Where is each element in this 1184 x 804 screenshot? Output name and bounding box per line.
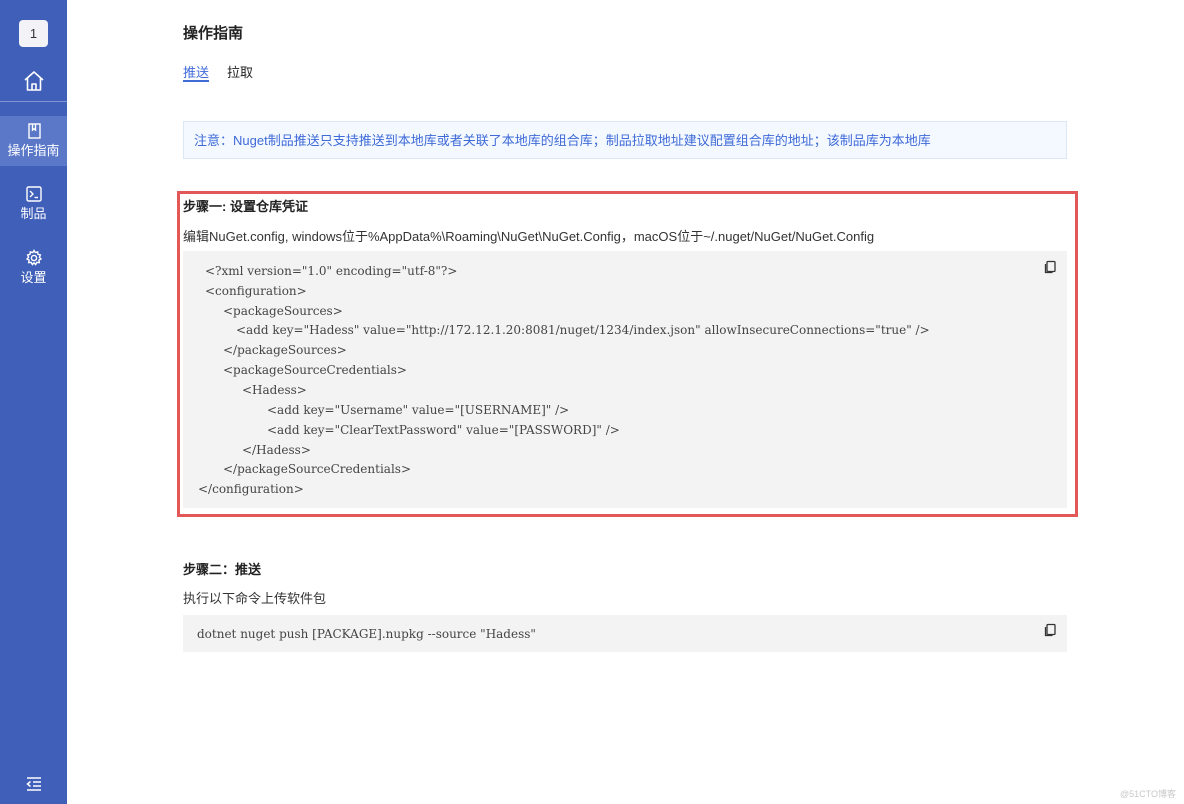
gear-icon <box>25 249 43 267</box>
tab-pull[interactable]: 拉取 <box>227 62 253 81</box>
code-line: <packageSourceCredentials> <box>223 363 407 377</box>
watermark: @51CTO博客 <box>1120 789 1176 799</box>
code-line: <configuration> <box>205 284 307 298</box>
step1-description: 编辑NuGet.config, windows位于%AppData%\Roami… <box>183 229 875 244</box>
step2-description: 执行以下命令上传软件包 <box>183 591 327 606</box>
sidebar: 1 操作指南 制品 设置 <box>0 0 67 804</box>
code-line: <add key="ClearTextPassword" value="[PAS… <box>267 423 620 437</box>
sidebar-item-label: 设置 <box>20 270 47 285</box>
home-icon[interactable] <box>22 69 46 93</box>
copy-icon[interactable] <box>1043 260 1057 274</box>
code-line: <?xml version="1.0" encoding="utf-8"?> <box>205 264 458 278</box>
terminal-icon <box>25 185 43 203</box>
code-line: </packageSourceCredentials> <box>223 462 411 476</box>
workspace-badge[interactable]: 1 <box>19 20 48 47</box>
code-line: <packageSources> <box>223 304 343 318</box>
tab-push[interactable]: 推送 <box>183 62 209 81</box>
sidebar-item-label: 制品 <box>20 206 47 221</box>
step1-code-block: <?xml version="1.0" encoding="utf-8"?> <… <box>183 251 1067 508</box>
code-line: dotnet nuget push [PACKAGE].nupkg --sour… <box>197 627 536 641</box>
sidebar-divider <box>0 101 67 102</box>
tab-active-indicator <box>183 80 209 82</box>
step2-title: 步骤二：推送 <box>183 562 262 577</box>
code-line: <add key="Username" value="[USERNAME]" /… <box>267 403 570 417</box>
sidebar-item-label: 操作指南 <box>7 143 60 158</box>
step1-title: 步骤一: 设置仓库凭证 <box>183 199 308 214</box>
code-line: <add key="Hadess" value="http://172.12.1… <box>236 323 930 337</box>
page-title: 操作指南 <box>183 25 244 42</box>
menu-collapse-icon[interactable] <box>25 775 43 793</box>
code-line: </Hadess> <box>242 443 311 457</box>
sidebar-item-artifacts[interactable]: 制品 <box>0 185 67 222</box>
step2-code-block: dotnet nuget push [PACKAGE].nupkg --sour… <box>183 615 1067 652</box>
code-line: </packageSources> <box>223 343 347 357</box>
copy-icon[interactable] <box>1043 623 1057 637</box>
sidebar-item-settings[interactable]: 设置 <box>0 249 67 286</box>
notice-banner: 注意：Nuget制品推送只支持推送到本地库或者关联了本地库的组合库；制品拉取地址… <box>183 121 1067 159</box>
code-line: <Hadess> <box>242 383 307 397</box>
book-icon <box>25 122 43 140</box>
code-line: </configuration> <box>198 482 304 496</box>
sidebar-item-guide[interactable]: 操作指南 <box>0 116 67 166</box>
